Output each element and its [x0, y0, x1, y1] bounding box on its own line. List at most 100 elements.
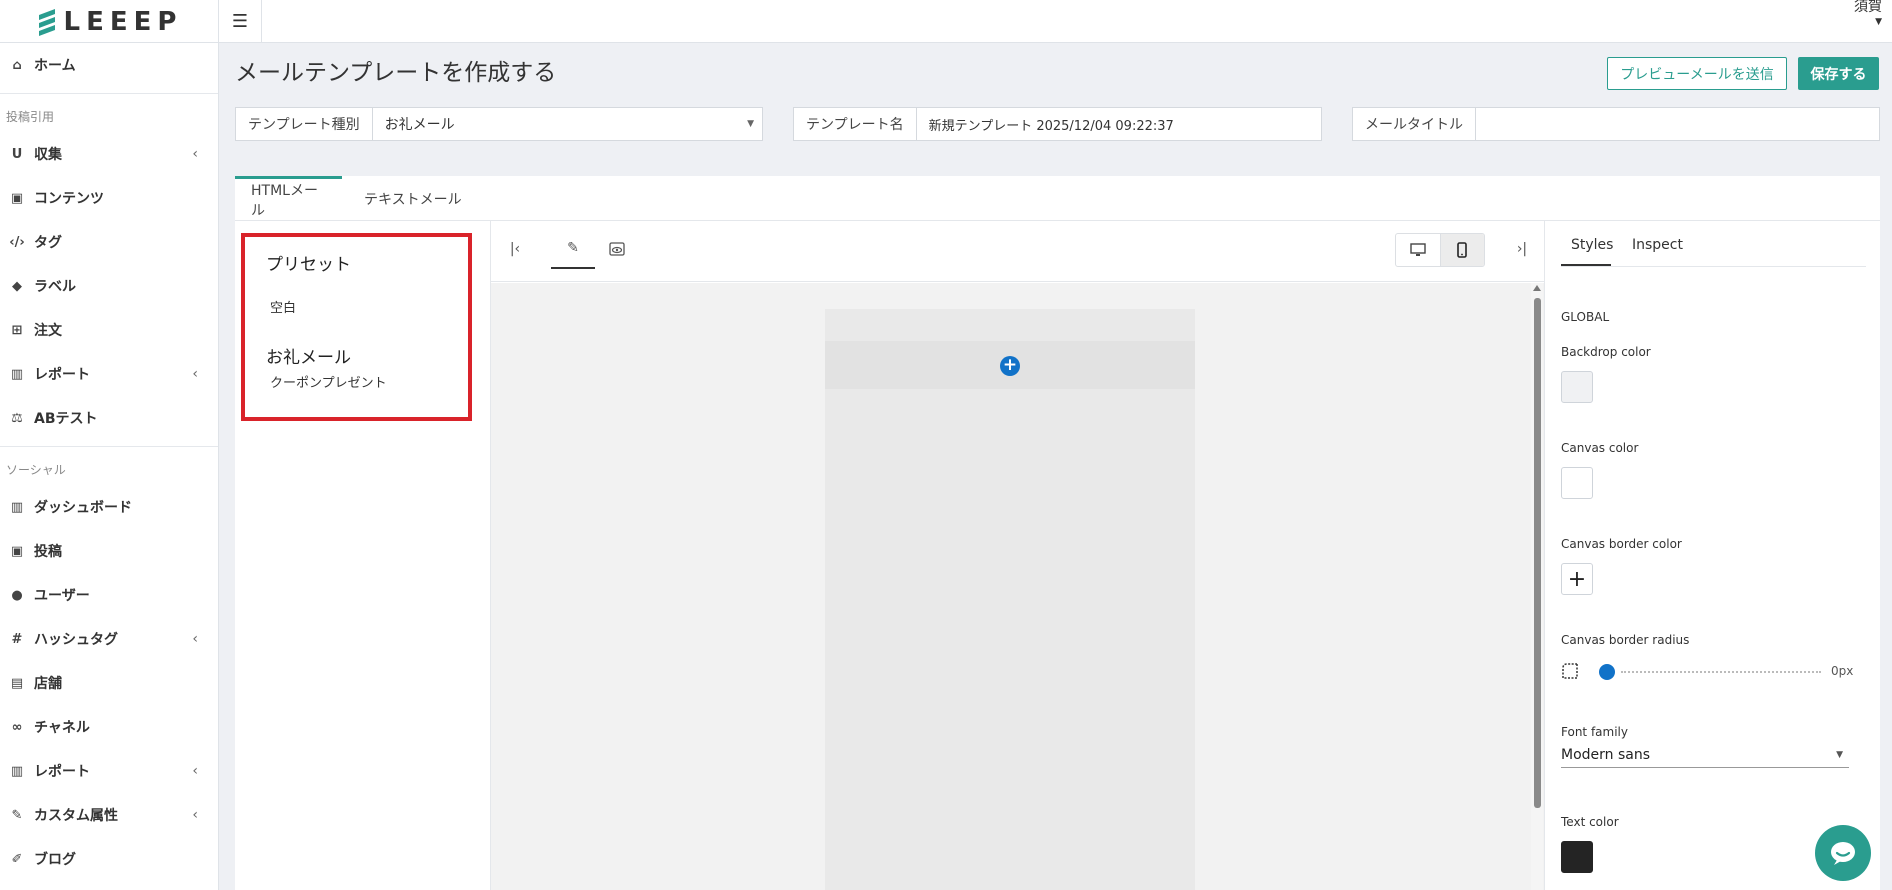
add-block-button[interactable]: +: [1000, 356, 1020, 376]
chat-support-button[interactable]: [1815, 825, 1871, 881]
sidebar-item-dashboard[interactable]: ▥ ダッシュボード: [0, 485, 218, 529]
eye-icon[interactable]: [603, 235, 631, 263]
font-family-label: Font family: [1561, 725, 1628, 739]
logo-mark-icon: [38, 8, 55, 36]
template-name-input[interactable]: 新規テンプレート 2025/12/04 09:22:37: [917, 108, 1321, 140]
canvas-scrollbar[interactable]: [1531, 283, 1543, 890]
sidebar-item-label: 収集: [34, 147, 62, 163]
sidebar-item-custom-attributes[interactable]: ✎ カスタム属性 ‹: [0, 793, 218, 837]
canvas-color-swatch[interactable]: [1561, 467, 1593, 499]
sidebar-item-label: ラベル: [34, 279, 76, 295]
canvas-block[interactable]: +: [825, 341, 1195, 389]
scroll-up-icon[interactable]: [1533, 285, 1541, 291]
sidebar-item-hashtags[interactable]: # ハッシュタグ ‹: [0, 617, 218, 661]
sidebar-item-label: コンテンツ: [34, 191, 104, 207]
preset-coupon[interactable]: クーポンプレゼント: [270, 372, 387, 391]
sidebar-item-label: 店舗: [34, 676, 62, 692]
mail-title-label: メールタイトル: [1353, 108, 1476, 140]
divider: [0, 446, 218, 447]
logo-text: LEEEP: [63, 6, 183, 37]
sidebar-item-home[interactable]: ⌂ ホーム: [0, 43, 218, 87]
logo[interactable]: LEEEP: [0, 0, 219, 43]
sidebar-item-label: チャネル: [34, 720, 90, 736]
template-type-field[interactable]: テンプレート種別 お礼メール ▼: [235, 107, 763, 141]
sidebar-item-label: ABテスト: [34, 411, 98, 427]
users-icon: ●: [11, 587, 23, 603]
cart-icon: ⊞: [11, 322, 23, 338]
sidebar-item-channels[interactable]: ∞ チャネル: [0, 705, 218, 749]
send-preview-button[interactable]: プレビューメールを送信: [1607, 57, 1787, 90]
device-toggle: [1395, 233, 1485, 267]
sidebar-item-orders[interactable]: ⊞ 注文: [0, 308, 218, 352]
sidebar-section-posts: 投稿引用: [6, 109, 55, 124]
divider: [0, 93, 218, 94]
sidebar-section-social: ソーシャル: [6, 462, 66, 477]
canvas-border-radius-label: Canvas border radius: [1561, 633, 1690, 647]
eye-svg: [609, 242, 625, 256]
sidebar-item-social-reports[interactable]: ▥ レポート ‹: [0, 749, 218, 793]
text-color-swatch[interactable]: [1561, 841, 1593, 873]
sidebar-item-contents[interactable]: ▣ コンテンツ: [0, 176, 218, 220]
wrench-icon: ✎: [11, 807, 23, 823]
template-name-field[interactable]: テンプレート名 新規テンプレート 2025/12/04 09:22:37: [793, 107, 1322, 141]
collapse-right-icon[interactable]: ›|: [1508, 235, 1536, 263]
mobile-icon[interactable]: [1439, 234, 1484, 266]
template-type-select[interactable]: お礼メール ▼: [373, 108, 762, 140]
sidebar-item-users[interactable]: ● ユーザー: [0, 573, 218, 617]
home-icon: ⌂: [12, 57, 22, 73]
tab-styles[interactable]: Styles: [1561, 237, 1613, 266]
tab-text-mail[interactable]: テキストメール: [348, 176, 478, 221]
tab-inspect[interactable]: Inspect: [1632, 237, 1683, 264]
chevron-left-icon: ‹: [192, 807, 198, 823]
sidebar-item-label: ホーム: [34, 58, 76, 74]
add-border-color-button[interactable]: +: [1561, 563, 1593, 595]
font-family-value: Modern sans: [1561, 746, 1651, 763]
sidebar-item-ab-test[interactable]: ⚖ ABテスト: [0, 396, 218, 440]
sidebar-item-label: ダッシュボード: [34, 500, 132, 516]
user-menu[interactable]: 須賀 ▼: [1854, 0, 1882, 30]
tag-icon: ◆: [12, 278, 22, 294]
mail-title-input[interactable]: [1476, 108, 1879, 140]
styles-panel: Styles Inspect GLOBAL Backdrop color Can…: [1545, 221, 1880, 890]
backdrop-color-label: Backdrop color: [1561, 345, 1651, 359]
code-icon: ‹/›: [9, 234, 25, 250]
tab-html-mail[interactable]: HTMLメール: [235, 176, 342, 221]
preset-blank[interactable]: 空白: [270, 297, 296, 316]
chat-icon: [1831, 842, 1855, 865]
magnet-icon: U: [11, 146, 23, 162]
collapse-left-icon[interactable]: |‹: [501, 235, 529, 263]
pencil-icon[interactable]: ✎: [551, 229, 595, 269]
page-title: メールテンプレートを作成する: [235, 60, 557, 86]
sidebar-item-reports[interactable]: ▥ レポート ‹: [0, 352, 218, 396]
backdrop-color-swatch[interactable]: [1561, 371, 1593, 403]
sidebar-item-label: 投稿: [34, 544, 62, 560]
presets-panel: プリセット 空白 お礼メール クーポンプレゼント: [241, 233, 472, 421]
building-icon: ▤: [10, 675, 24, 691]
save-button[interactable]: 保存する: [1798, 57, 1879, 90]
desktop-icon[interactable]: [1396, 234, 1440, 266]
border-radius-slider[interactable]: 0px: [1561, 663, 1861, 689]
template-type-label: テンプレート種別: [236, 108, 373, 140]
canvas-color-label: Canvas color: [1561, 441, 1639, 455]
sidebar-item-blog[interactable]: ✐ ブログ: [0, 837, 218, 881]
hamburger-icon[interactable]: ☰: [219, 0, 262, 43]
chevron-left-icon: ‹: [192, 763, 198, 779]
scroll-thumb[interactable]: [1534, 298, 1541, 808]
image-icon: ▣: [10, 190, 24, 206]
bar-chart-icon: ▥: [10, 366, 24, 382]
image-icon: ▣: [10, 543, 24, 559]
email-canvas-area[interactable]: +: [491, 283, 1544, 890]
sidebar-item-stores[interactable]: ▤ 店舗: [0, 661, 218, 705]
mail-title-field[interactable]: メールタイトル: [1352, 107, 1880, 141]
email-canvas[interactable]: +: [825, 309, 1195, 890]
slider-track[interactable]: [1621, 671, 1821, 673]
bar-chart-icon: ▥: [10, 499, 24, 515]
chevron-left-icon: ‹: [192, 146, 198, 162]
sidebar-item-posts[interactable]: ▣ 投稿: [0, 529, 218, 573]
sidebar-item-tags[interactable]: ‹/› タグ: [0, 220, 218, 264]
sidebar-item-collect[interactable]: U 収集 ‹: [0, 132, 218, 176]
slider-handle[interactable]: [1599, 664, 1615, 680]
font-family-select[interactable]: Modern sans ▼: [1561, 742, 1849, 768]
sidebar-item-labels[interactable]: ◆ ラベル: [0, 264, 218, 308]
sidebar-item-label: レポート: [34, 367, 90, 383]
